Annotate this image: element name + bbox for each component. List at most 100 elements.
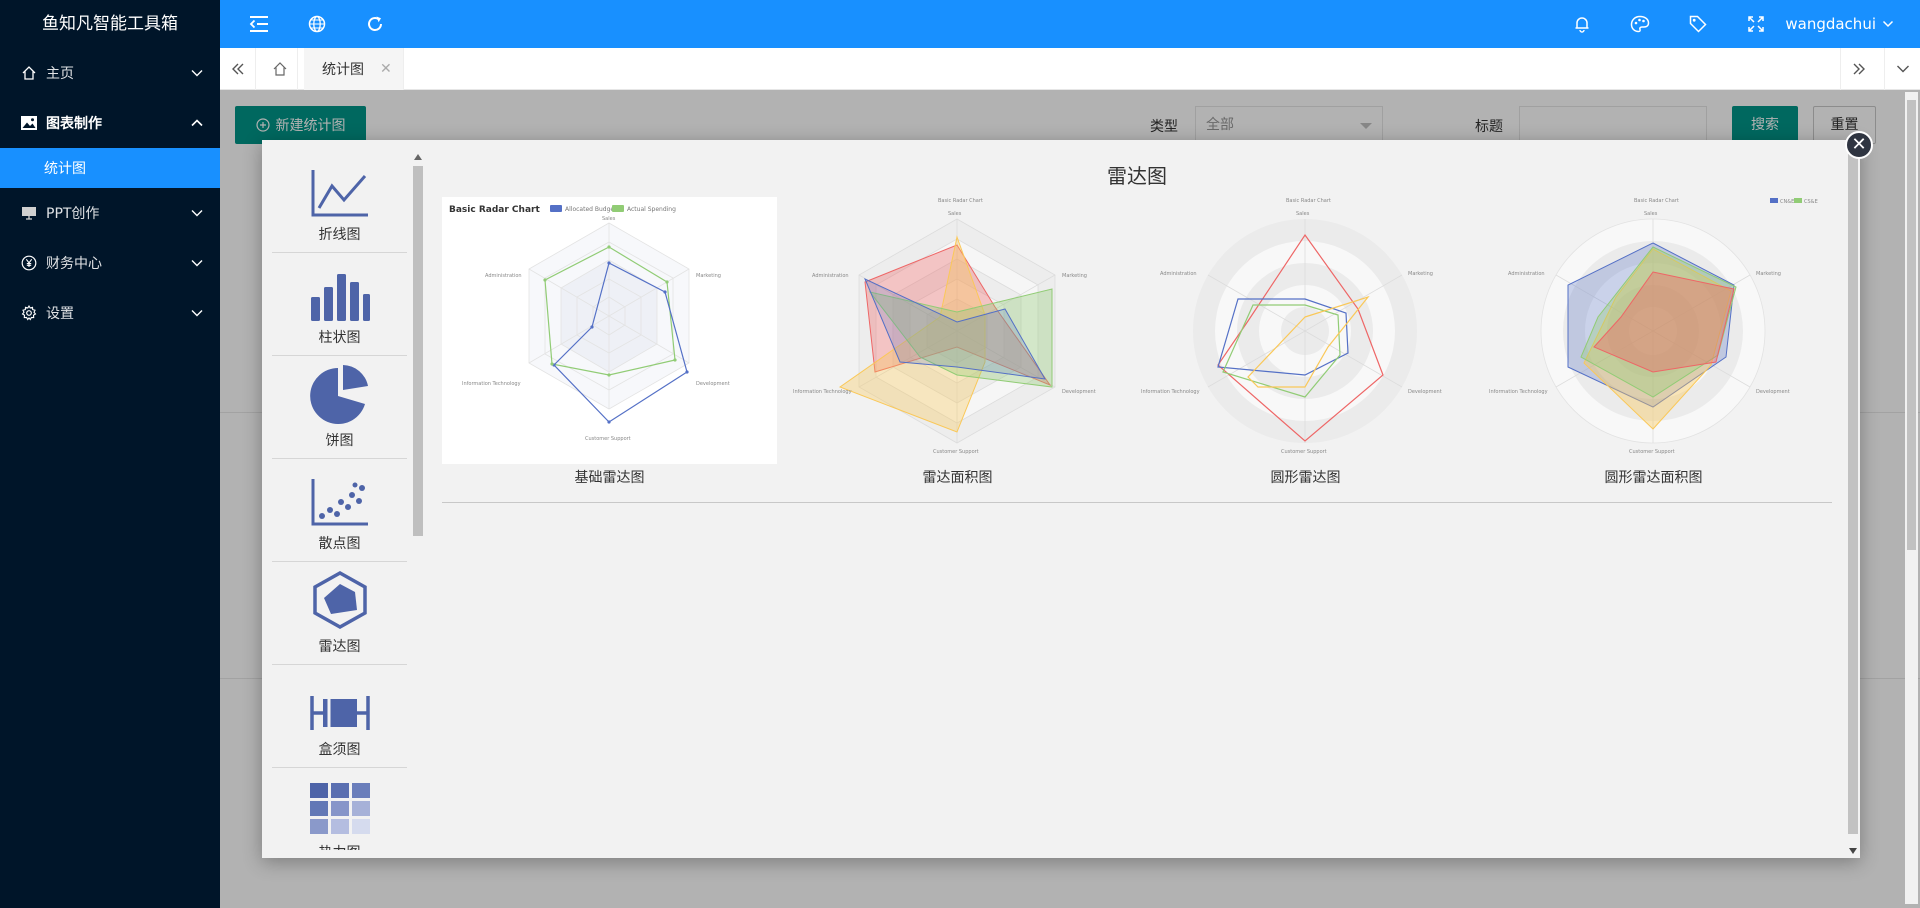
sidebar-item-chart-making[interactable]: 图表制作 [0, 98, 220, 148]
preview-title: Basic Radar Chart [938, 198, 983, 204]
indicator-label: Administration [485, 273, 522, 279]
template-card-basic-radar[interactable]: Basic Radar Chart Allocated Budget Actua… [442, 197, 777, 486]
template-card-circle-radar[interactable]: Basic Radar Chart Sales Marketing Develo… [1138, 197, 1473, 486]
indicator-label: Marketing [696, 273, 721, 279]
legend-swatch [612, 205, 624, 212]
chart-type-boxplot[interactable]: 盒须图 [272, 665, 407, 768]
scroll-down-arrow-icon[interactable] [1849, 848, 1857, 854]
tab-statistics[interactable]: 统计图 ✕ [304, 48, 404, 90]
template-preview: Basic Radar Chart Sales Marketing Develo… [790, 197, 1125, 464]
chevron-down-icon [191, 260, 203, 267]
chevron-down-icon [191, 70, 203, 77]
template-scrollbar-thumb[interactable] [1848, 154, 1858, 834]
bell-icon[interactable] [1571, 13, 1593, 35]
indicator-label: Information Technology [1489, 389, 1548, 395]
preview-title: Basic Radar Chart [1286, 198, 1331, 204]
template-label: 圆形雷达图 [1270, 470, 1341, 486]
chart-type-label: 盒须图 [318, 742, 361, 758]
indicator-label: Customer Support [585, 436, 631, 442]
tag-icon[interactable] [1687, 13, 1709, 35]
sidebar-item-label: PPT创作 [46, 206, 100, 222]
tab-close-icon[interactable]: ✕ [380, 61, 392, 77]
palette-icon[interactable] [1629, 13, 1651, 35]
modal-close-icon[interactable]: ✕ [1845, 131, 1873, 159]
line-chart-icon [311, 170, 368, 217]
menu-fold-icon[interactable] [248, 13, 270, 35]
heatmap-icon [309, 783, 370, 834]
legend-swatch [1770, 198, 1778, 203]
sidebar-item-label: 图表制作 [46, 116, 102, 132]
sidebar: 鱼知凡智能工具箱 主页 图表制作 统计图 PPT创作 财务中心 设置 [0, 0, 220, 908]
username: wangdachui [1785, 15, 1876, 33]
legend-label: CN&E [1780, 199, 1794, 205]
sidebar-subitem-statistics[interactable]: 统计图 [0, 148, 220, 188]
pie-chart-icon [309, 365, 368, 424]
template-panel: 雷达图 Basic Radar Chart Allocated Budget A… [442, 140, 1832, 858]
sidebar-item-home[interactable]: 主页 [0, 48, 220, 98]
indicator-label: Information Technology [793, 389, 852, 395]
chart-type-label: 雷达图 [318, 639, 361, 655]
chart-type-line[interactable]: 折线图 [272, 150, 407, 253]
template-scrollbar[interactable] [1848, 154, 1858, 854]
page-scrollbar[interactable] [1905, 92, 1918, 904]
panel-divider [442, 502, 1832, 503]
template-card-radar-area[interactable]: Basic Radar Chart Sales Marketing Develo… [790, 197, 1125, 486]
sidebar-item-label: 设置 [46, 306, 74, 322]
tabs-scroll-left-icon[interactable] [220, 48, 256, 90]
chevron-down-icon [191, 210, 203, 217]
preview-title: Basic Radar Chart [449, 205, 540, 215]
indicator-label: Sales [602, 216, 616, 222]
scroll-up-arrow-icon[interactable] [414, 154, 422, 160]
sidebar-item-finance[interactable]: 财务中心 [0, 238, 220, 288]
tab-home-icon[interactable] [262, 48, 298, 90]
sidebar-item-ppt[interactable]: PPT创作 [0, 188, 220, 238]
sidebar-item-settings[interactable]: 设置 [0, 288, 220, 338]
legend-label: Actual Spending [627, 206, 676, 213]
yen-icon [20, 254, 38, 272]
chart-type-scrollbar-thumb[interactable] [413, 166, 423, 536]
chart-type-bar[interactable]: 柱状图 [272, 253, 407, 356]
radar-chart-icon [312, 570, 367, 630]
chart-type-scrollbar[interactable] [412, 154, 424, 844]
tabs-bar: 统计图 ✕ [220, 48, 1920, 90]
fullscreen-icon[interactable] [1745, 13, 1767, 35]
indicator-label: Sales [1644, 211, 1658, 217]
indicator-label: Information Technology [462, 381, 521, 387]
chevron-up-icon [191, 119, 203, 127]
chevron-down-icon [191, 310, 203, 317]
refresh-icon[interactable] [364, 13, 386, 35]
tabs-scroll-right-icon[interactable] [1840, 48, 1876, 90]
boxplot-icon [309, 696, 370, 730]
template-label: 圆形雷达面积图 [1604, 470, 1703, 486]
presentation-icon [20, 204, 38, 222]
chart-type-radar[interactable]: 雷达图 [272, 562, 407, 665]
chevron-down-icon [1882, 20, 1894, 28]
legend-swatch [1794, 198, 1802, 203]
image-icon [20, 114, 38, 132]
chart-type-label: 散点图 [318, 536, 361, 552]
top-header: wangdachui [220, 0, 1920, 48]
page-scrollbar-thumb[interactable] [1907, 100, 1916, 550]
indicator-label: Customer Support [1629, 449, 1675, 455]
chart-type-modal: 折线图 柱状图 饼图 散点图 雷达图 盒须图 热力图 [262, 140, 1860, 858]
chart-type-label: 柱状图 [318, 330, 361, 346]
tabs-dropdown-icon[interactable] [1884, 48, 1920, 90]
indicator-label: Development [1062, 389, 1096, 395]
chart-type-pie[interactable]: 饼图 [272, 356, 407, 459]
home-icon [20, 64, 38, 82]
chart-type-scatter[interactable]: 散点图 [272, 459, 407, 562]
indicator-label: Sales [948, 211, 962, 217]
indicator-label: Development [696, 381, 730, 387]
indicator-label: Administration [812, 273, 849, 279]
indicator-label: Administration [1160, 271, 1197, 277]
template-preview: Basic Radar Chart Sales Marketing Develo… [1138, 197, 1473, 464]
indicator-label: Marketing [1062, 273, 1087, 279]
template-card-circle-radar-area[interactable]: Basic Radar Chart CN&E CS&E Sales Market… [1486, 197, 1821, 486]
app-title: 鱼知凡智能工具箱 [42, 14, 178, 34]
chart-type-heatmap[interactable]: 热力图 [272, 768, 407, 850]
legend-swatch [550, 205, 562, 212]
user-menu[interactable]: wangdachui [1785, 0, 1894, 48]
globe-icon[interactable] [306, 13, 328, 35]
scatter-chart-icon [311, 479, 368, 526]
indicator-label: Sales [1296, 211, 1310, 217]
